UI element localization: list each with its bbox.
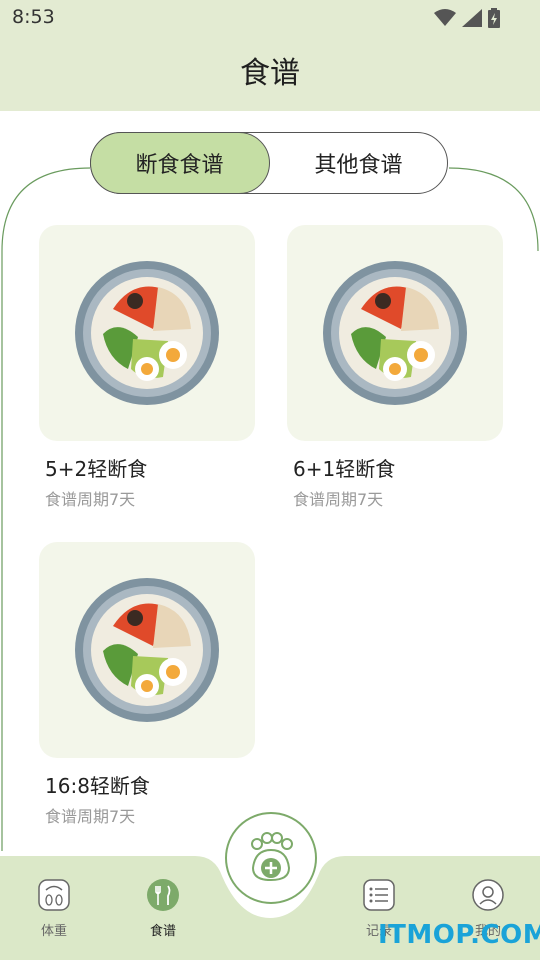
recipe-card-16-8[interactable]	[39, 542, 255, 758]
list-icon	[363, 879, 395, 911]
battery-icon	[488, 8, 500, 28]
paw-add-icon	[235, 822, 307, 894]
nav-weight[interactable]: 体重	[24, 878, 84, 940]
wifi-icon	[434, 9, 456, 26]
recipe-type-switch: 断食食谱 其他食谱	[89, 131, 449, 194]
status-time: 8:53	[12, 6, 55, 28]
food-bowl-image	[75, 578, 219, 722]
recipe-card-5-2[interactable]	[39, 225, 255, 441]
food-bowl-image	[75, 261, 219, 405]
scale-icon	[38, 879, 70, 911]
fork-knife-icon	[147, 879, 179, 911]
watermark: ITMOP.COM	[378, 920, 540, 950]
tab-other-recipes[interactable]: 其他食谱	[269, 132, 449, 194]
recipe-title: 6+1轻断食	[293, 457, 396, 481]
tab-fasting-recipes[interactable]: 断食食谱	[89, 131, 270, 194]
recipe-card-6-1[interactable]	[287, 225, 503, 441]
food-bowl-image	[323, 261, 467, 405]
status-icons	[434, 8, 500, 28]
nav-label: 体重	[40, 924, 67, 939]
add-record-button[interactable]	[225, 812, 317, 904]
recipe-title: 16:8轻断食	[45, 774, 150, 798]
signal-icon	[462, 9, 482, 27]
header: 食谱	[0, 36, 540, 111]
recipe-title: 5+2轻断食	[45, 457, 148, 481]
nav-recipes[interactable]: 食谱	[133, 878, 193, 940]
nav-label: 食谱	[149, 924, 176, 939]
page-title: 食谱	[240, 56, 300, 91]
recipe-period: 食谱周期7天	[45, 807, 136, 826]
recipe-period: 食谱周期7天	[45, 490, 136, 509]
profile-icon	[472, 879, 504, 911]
recipe-period: 食谱周期7天	[293, 490, 384, 509]
status-bar: 8:53	[0, 0, 540, 36]
